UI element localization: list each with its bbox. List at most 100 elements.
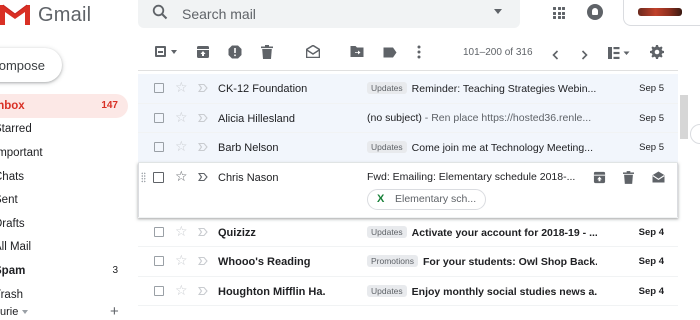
more-icon[interactable] bbox=[417, 45, 421, 64]
email-sender: Whooo's Reading bbox=[218, 256, 311, 268]
chevron-down-icon bbox=[22, 310, 29, 315]
search-icon[interactable] bbox=[138, 4, 168, 25]
star-icon[interactable]: ☆ bbox=[175, 169, 188, 183]
row-checkbox[interactable] bbox=[154, 256, 164, 266]
sidebar-item-sent[interactable]: Sent bbox=[0, 188, 138, 212]
email-date: Sep 5 bbox=[639, 142, 664, 153]
notifications-icon[interactable] bbox=[587, 4, 603, 20]
sidebar-item-drafts[interactable]: Drafts bbox=[0, 212, 138, 236]
move-to-icon[interactable] bbox=[350, 45, 364, 63]
delete-icon[interactable] bbox=[261, 45, 273, 64]
star-icon[interactable]: ☆ bbox=[175, 253, 188, 267]
row-checkbox[interactable] bbox=[154, 226, 164, 237]
app-name: Gmail bbox=[38, 3, 92, 26]
table-row[interactable]: ☆ Barb Nelson Updates Come join me at Tec… bbox=[138, 133, 678, 163]
email-subject-line: Updates Activate your account for 2018-19… bbox=[367, 225, 597, 239]
row-checkbox[interactable] bbox=[153, 171, 164, 183]
star-icon[interactable]: ☆ bbox=[175, 283, 188, 297]
email-date: Sep 5 bbox=[639, 83, 664, 94]
sidebar-item-important[interactable]: Important bbox=[0, 141, 138, 165]
search-input[interactable] bbox=[182, 6, 472, 22]
table-row[interactable]: ☆ Alicia Hillesland (no subject) - Ren p… bbox=[138, 103, 678, 133]
top-bar: Gmail bbox=[0, 0, 700, 34]
important-marker-icon[interactable] bbox=[197, 256, 208, 266]
email-subject-line: Promotions For your students: Owl Shop Ba… bbox=[367, 255, 597, 268]
important-marker-icon[interactable] bbox=[197, 142, 208, 152]
category-chip: Updates bbox=[367, 284, 407, 297]
add-icon[interactable]: + bbox=[110, 303, 119, 320]
sidebar-item-label: Important bbox=[0, 146, 43, 159]
email-sender: Houghton Mifflin Ha. bbox=[218, 285, 326, 298]
sidebar-item-label: Inbox bbox=[0, 99, 25, 112]
email-subject: Fwd: Emailing: Elementary schedule 2018-… bbox=[367, 170, 576, 183]
email-date: Sep 4 bbox=[638, 285, 664, 297]
table-row[interactable]: ☆ Quizizz Updates Activate your account f… bbox=[138, 217, 678, 247]
archive-icon[interactable] bbox=[196, 45, 210, 64]
important-marker-icon[interactable] bbox=[197, 113, 208, 123]
star-icon[interactable]: ☆ bbox=[175, 110, 188, 124]
sidebar-item-label: Spam bbox=[0, 264, 26, 277]
email-subject: Enjoy monthly social studies news a... bbox=[411, 285, 597, 298]
star-icon[interactable]: ☆ bbox=[175, 224, 188, 238]
attachment-chip[interactable]: X Elementary sch... bbox=[367, 188, 486, 210]
row-checkbox[interactable] bbox=[154, 83, 164, 93]
table-row[interactable]: ☆ Whooo's Reading Promotions For your stu… bbox=[138, 247, 678, 277]
settings-icon[interactable] bbox=[650, 45, 664, 64]
email-subject-line: Updates Come join me at Technology Meetin… bbox=[367, 141, 597, 154]
newer-icon[interactable] bbox=[552, 47, 559, 65]
sidebar-item-label: Drafts bbox=[0, 217, 25, 230]
label-icon[interactable] bbox=[383, 45, 397, 63]
sidebar-item-label: All Mail bbox=[0, 241, 32, 254]
sidebar-nav: Inbox 147 Starred Important Chats Sent D… bbox=[0, 94, 138, 306]
split-pane-icon[interactable] bbox=[608, 46, 630, 64]
sidebar-item-label: Sent bbox=[0, 194, 18, 207]
mark-read-icon[interactable] bbox=[652, 170, 665, 183]
report-spam-icon[interactable] bbox=[228, 45, 242, 64]
sidebar-item-label: Starred bbox=[0, 123, 32, 136]
important-marker-icon[interactable] bbox=[197, 286, 208, 296]
sidebar-item-spam[interactable]: Spam 3 bbox=[0, 259, 138, 283]
older-icon[interactable] bbox=[581, 47, 588, 65]
sidebar: Compose Inbox 147 Starred Important Chat… bbox=[0, 34, 138, 320]
row-checkbox[interactable] bbox=[154, 285, 164, 296]
sidebar-item-count: 3 bbox=[112, 265, 118, 277]
important-marker-icon[interactable] bbox=[197, 172, 208, 182]
email-date: Sep 5 bbox=[639, 112, 664, 124]
delete-icon[interactable] bbox=[623, 170, 634, 184]
select-all-checkbox-icon[interactable] bbox=[155, 46, 166, 57]
important-marker-icon[interactable] bbox=[197, 227, 208, 237]
table-row[interactable]: ☆ Houghton Mifflin Ha. Updates Enjoy mont… bbox=[138, 276, 678, 306]
sidebar-item-all-mail[interactable]: All Mail bbox=[0, 236, 138, 260]
account-brand[interactable] bbox=[623, 0, 700, 26]
search-options-icon[interactable] bbox=[494, 9, 502, 14]
side-panel-button[interactable] bbox=[690, 124, 700, 144]
sidebar-item-starred[interactable]: Starred bbox=[0, 118, 138, 142]
sidebar-item-label: Chats bbox=[0, 170, 25, 183]
mark-read-icon[interactable] bbox=[305, 44, 321, 63]
important-marker-icon[interactable] bbox=[197, 83, 208, 93]
gmail-logo[interactable]: Gmail bbox=[0, 2, 91, 28]
compose-button[interactable]: Compose bbox=[0, 48, 62, 82]
row-checkbox[interactable] bbox=[154, 112, 164, 123]
star-icon[interactable]: ☆ bbox=[175, 139, 188, 153]
star-icon[interactable]: ☆ bbox=[175, 80, 188, 94]
scrollbar-thumb[interactable] bbox=[680, 95, 688, 139]
attachment-name: Elementary sch... bbox=[395, 193, 477, 205]
archive-icon[interactable] bbox=[593, 171, 606, 184]
sidebar-item-chats[interactable]: Chats bbox=[0, 165, 138, 189]
drag-handle-icon[interactable] bbox=[141, 171, 146, 183]
email-subject: Reminder: Teaching Strategies Webin... bbox=[411, 83, 597, 95]
table-row[interactable]: ☆ CK-12 Foundation Updates Reminder: Teac… bbox=[138, 74, 678, 104]
email-subject-line: Fwd: Emailing: Elementary schedule 2018-… bbox=[367, 171, 597, 183]
row-checkbox[interactable] bbox=[154, 142, 164, 152]
sidebar-item-count: 147 bbox=[101, 100, 118, 112]
email-subject: For your students: Owl Shop Back... bbox=[423, 256, 597, 268]
table-row-hovered[interactable]: ☆ Chris Nason Fwd: Emailing: Elementary … bbox=[138, 162, 678, 218]
sidebar-item-inbox[interactable]: Inbox 147 bbox=[0, 94, 128, 118]
row-hover-actions bbox=[593, 170, 673, 185]
select-options-icon[interactable] bbox=[171, 50, 177, 54]
email-sender: Quizizz bbox=[218, 226, 256, 239]
apps-grid-icon[interactable] bbox=[553, 7, 565, 19]
hangouts-user[interactable]: urie + bbox=[0, 303, 138, 320]
search-box[interactable] bbox=[138, 0, 520, 28]
